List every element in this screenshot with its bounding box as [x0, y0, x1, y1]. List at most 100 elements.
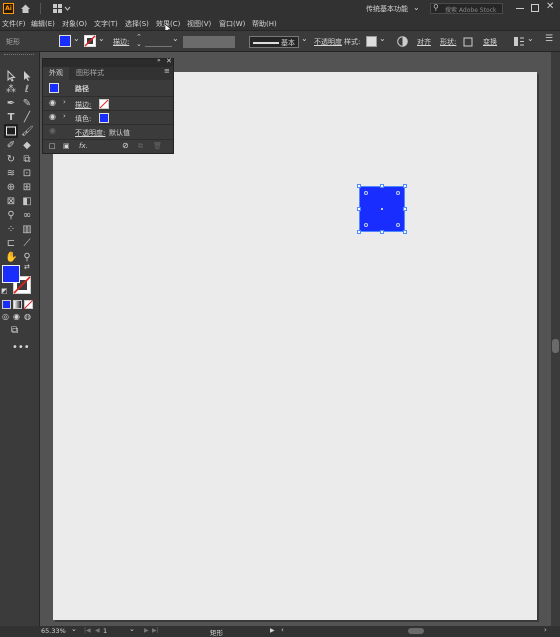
chevron-down-icon[interactable]: ⌄ — [73, 34, 80, 43]
gradient-tool-icon[interactable]: ◧ — [21, 196, 33, 208]
last-artboard-icon[interactable]: ▶| — [152, 627, 159, 634]
bounding-box-handle[interactable] — [380, 230, 384, 234]
zoom-field[interactable]: 65.33% ⌄ — [41, 625, 78, 636]
maximize-button[interactable] — [531, 4, 539, 12]
chevron-right-icon[interactable]: › — [63, 98, 66, 106]
shape-label[interactable]: 形状: — [440, 37, 456, 47]
fill-row[interactable]: ◉ › 填色: — [43, 110, 173, 124]
stock-search-box[interactable]: ⚲ 搜索 Adobe Stock — [430, 3, 503, 14]
menu-type[interactable]: 文字(T) — [94, 19, 118, 29]
pen-tool-icon[interactable]: ✒ — [5, 98, 17, 110]
direct-selection-tool-icon[interactable] — [21, 70, 33, 82]
prev-artboard-icon[interactable]: ◀ — [95, 627, 100, 634]
chevron-down-icon[interactable]: ⌄ — [301, 34, 308, 43]
close-icon[interactable]: ✕ — [546, 1, 554, 12]
artboard-number-field[interactable]: 1 ⌄ — [103, 625, 137, 636]
shape-builder-icon[interactable]: ⊕ — [5, 182, 17, 194]
clear-appearance-icon[interactable]: ⊘ — [122, 141, 129, 150]
opacity-row-label[interactable]: 不透明度: — [75, 128, 105, 138]
more-tools-icon[interactable]: ••• — [12, 342, 30, 353]
magic-wand-icon[interactable]: ⁂ — [5, 84, 17, 96]
rectangle-tool-icon[interactable] — [4, 124, 18, 138]
add-fill-icon[interactable]: ▣ — [63, 142, 70, 150]
variable-width-profile[interactable] — [183, 36, 235, 48]
menu-edit[interactable]: 编辑(E) — [31, 19, 55, 29]
tab-graphic-styles[interactable]: 图形样式 — [73, 67, 107, 80]
fill-row-label[interactable]: 填色: — [75, 114, 91, 124]
scroll-thumb[interactable] — [408, 628, 424, 634]
distribute-icon[interactable] — [514, 36, 525, 47]
hand-tool-icon[interactable]: ✋ — [5, 252, 17, 264]
scroll-thumb[interactable] — [552, 339, 559, 353]
stroke-row-label[interactable]: 描边: — [75, 100, 91, 110]
collapse-icon[interactable]: » — [157, 57, 161, 64]
horizontal-scrollbar[interactable] — [290, 628, 540, 634]
bounding-box-handle[interactable] — [357, 230, 361, 234]
status-menu-icon[interactable]: ▶ — [270, 627, 275, 634]
live-corner-widget[interactable] — [364, 223, 368, 227]
fill-swatch[interactable] — [59, 35, 71, 47]
column-graph-icon[interactable]: ▥ — [21, 224, 33, 236]
bounding-box-handle[interactable] — [357, 207, 361, 211]
tab-appearance[interactable]: 外观 — [43, 67, 69, 80]
paintbrush-icon[interactable]: 🖌 — [21, 126, 34, 138]
brush-definition[interactable]: 基本 — [249, 36, 299, 48]
shape-rect-icon[interactable] — [463, 37, 473, 47]
swap-colors-icon[interactable]: ⇄ — [24, 263, 30, 271]
none-mode-button[interactable] — [24, 300, 33, 309]
fx-button[interactable]: fx. — [79, 142, 88, 150]
transform-button[interactable]: 变换 — [483, 37, 497, 47]
eye-icon[interactable]: ◉ — [49, 98, 56, 107]
zoom-value[interactable]: 65.33% — [41, 627, 66, 635]
mesh-tool-icon[interactable]: ⊠ — [5, 196, 17, 208]
draw-inside-icon[interactable]: ◍ — [24, 312, 31, 321]
stroke-row[interactable]: ◉ › 描边: — [43, 96, 173, 110]
selection-tool-icon[interactable] — [5, 70, 17, 82]
artboard-tool-icon[interactable]: ⊏ — [5, 238, 17, 250]
scroll-left-icon[interactable]: ‹ — [281, 626, 284, 634]
chevron-down-icon[interactable]: ⌄ — [98, 34, 105, 43]
menu-object[interactable]: 对象(O) — [62, 19, 87, 29]
stroke-label[interactable]: 描边: — [113, 37, 129, 47]
gradient-mode-button[interactable] — [13, 300, 22, 309]
live-corner-widget[interactable] — [364, 191, 368, 195]
stroke-weight-input[interactable] — [145, 36, 172, 47]
next-artboard-icon[interactable]: ▶ — [144, 627, 149, 634]
first-artboard-icon[interactable]: |◀ — [84, 627, 91, 634]
perspective-grid-icon[interactable]: ⊞ — [21, 182, 33, 194]
panel-menu-icon[interactable]: ≡ — [164, 67, 170, 75]
live-corner-widget[interactable] — [396, 191, 400, 195]
draw-normal-icon[interactable]: ◎ — [2, 312, 9, 321]
opacity-row[interactable]: ◉ 不透明度: 默认值 — [43, 124, 173, 138]
chevron-down-icon[interactable]: ⌄ — [172, 34, 179, 43]
fill-swatch[interactable] — [99, 113, 109, 123]
bounding-box-handle[interactable] — [403, 184, 407, 188]
type-tool-icon[interactable]: T — [5, 112, 17, 124]
menu-file[interactable]: 文件(F) — [2, 19, 26, 29]
menu-help[interactable]: 帮助(H) — [252, 19, 277, 29]
home-icon[interactable] — [20, 3, 31, 14]
menu-select[interactable]: 选择(S) — [125, 19, 149, 29]
draw-behind-icon[interactable]: ◉ — [13, 312, 20, 321]
fill-color-box[interactable] — [2, 265, 20, 283]
width-tool-icon[interactable]: ≋ — [5, 168, 17, 180]
opacity-label[interactable]: 不透明度 — [314, 37, 342, 47]
live-corner-widget[interactable] — [396, 223, 400, 227]
symbol-sprayer-icon[interactable]: ⁘ — [5, 224, 17, 236]
close-icon[interactable]: ✕ — [166, 57, 172, 65]
workspace-layout-icon[interactable] — [53, 4, 71, 13]
free-transform-icon[interactable]: ⊡ — [21, 168, 33, 180]
color-mode-button[interactable] — [2, 300, 11, 309]
panel-menu-icon[interactable]: ☰ — [545, 34, 553, 44]
rotate-tool-icon[interactable]: ↻ — [5, 154, 17, 166]
add-stroke-icon[interactable]: □ — [49, 142, 56, 150]
line-tool-icon[interactable]: ╱ — [21, 112, 33, 124]
bounding-box-handle[interactable] — [380, 184, 384, 188]
graphic-style-swatch[interactable] — [366, 36, 377, 47]
blend-tool-icon[interactable]: ∞ — [21, 210, 33, 222]
bounding-box-handle[interactable] — [403, 230, 407, 234]
menu-window[interactable]: 窗口(W) — [219, 19, 245, 29]
eye-icon[interactable]: ◉ — [49, 112, 56, 121]
artboard[interactable] — [53, 72, 537, 620]
eyedropper-icon[interactable]: ⚲ — [5, 210, 17, 222]
